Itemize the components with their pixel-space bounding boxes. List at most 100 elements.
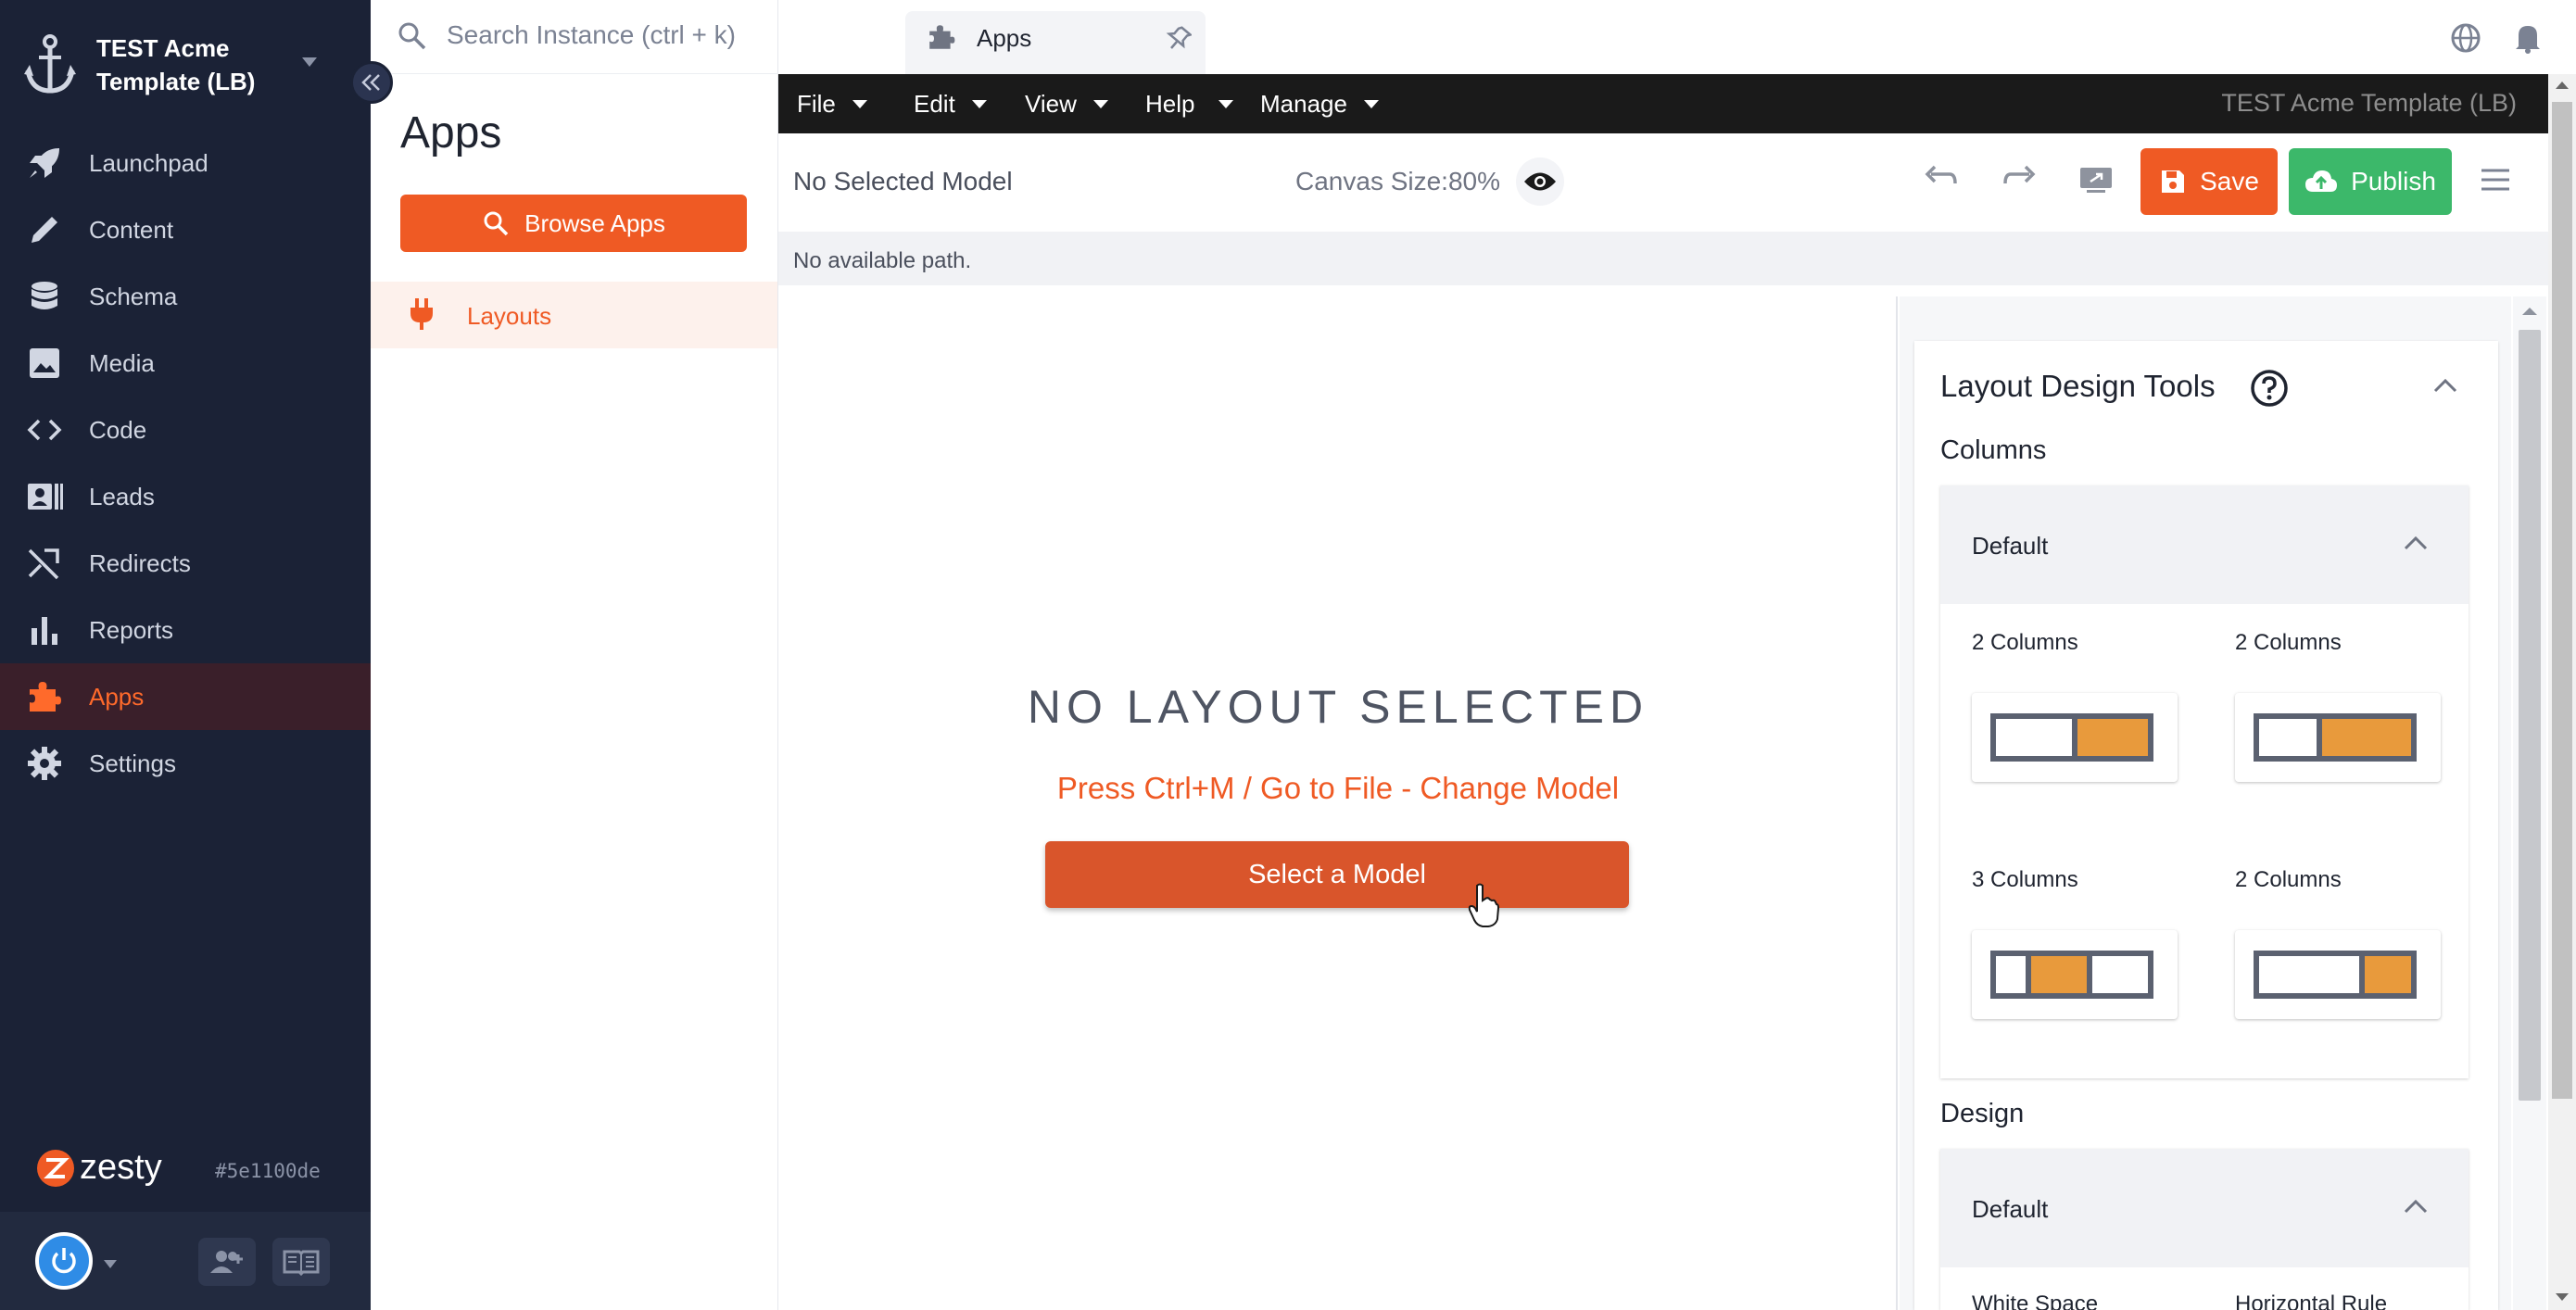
double-chevron-left-icon: [361, 74, 380, 91]
chevron-up-icon[interactable]: [2404, 1199, 2428, 1214]
scroll-up-arrow-icon[interactable]: [2554, 80, 2570, 91]
column-option-card[interactable]: [2235, 693, 2441, 782]
browse-apps-button[interactable]: Browse Apps: [400, 195, 747, 252]
column-option-card[interactable]: [1972, 930, 2178, 1019]
preview-screen-icon[interactable]: [2077, 165, 2115, 195]
search-input[interactable]: Search Instance (ctrl + k): [447, 20, 736, 50]
column-option-label: 3 Columns: [1972, 867, 2078, 892]
zesty-logo: zesty: [35, 1145, 202, 1191]
preview-toggle-button[interactable]: [1516, 157, 1564, 206]
globe-icon[interactable]: [2450, 22, 2481, 54]
columns-group-label: Default: [1972, 532, 2049, 560]
column-option-label: 2 Columns: [1972, 630, 2078, 655]
column-option-card[interactable]: [2235, 930, 2441, 1019]
design-group-label: Default: [1972, 1195, 2049, 1223]
sidebar-item-schema[interactable]: Schema: [0, 263, 371, 330]
sidebar-item-content[interactable]: Content: [0, 196, 371, 263]
columns-title: Columns: [1940, 435, 2047, 465]
invite-users-button[interactable]: [198, 1238, 256, 1286]
menu-label: Help: [1145, 89, 1195, 118]
floppy-disk-icon: [2162, 170, 2185, 193]
scroll-up-arrow-icon[interactable]: [2520, 306, 2539, 317]
design-option-label: Horizontal Rule: [2235, 1291, 2388, 1310]
sidebar-item-code[interactable]: Code: [0, 397, 371, 463]
publish-button[interactable]: Publish: [2289, 148, 2452, 215]
menu-file[interactable]: File: [797, 74, 867, 133]
sidebar-item-reports[interactable]: Reports: [0, 597, 371, 663]
chevron-down-icon: [1092, 99, 1108, 108]
sidebar-item-leads[interactable]: Leads: [0, 463, 371, 530]
user-avatar[interactable]: [35, 1232, 93, 1290]
bar-chart-icon: [26, 611, 63, 649]
redo-icon[interactable]: [2001, 163, 2039, 196]
path-text: No available path.: [793, 248, 972, 273]
column-option-card[interactable]: [1972, 693, 2178, 782]
bell-icon[interactable]: [2515, 22, 2541, 54]
database-icon: [26, 278, 63, 315]
chevron-up-icon[interactable]: [2404, 535, 2428, 550]
eye-icon: [1524, 172, 1556, 191]
sidebar-item-apps[interactable]: Apps: [0, 663, 371, 730]
collapse-sidebar-button[interactable]: [350, 61, 393, 104]
power-icon: [52, 1248, 76, 1274]
sidebar-item-settings[interactable]: Settings: [0, 730, 371, 797]
puzzle-icon: [927, 22, 956, 52]
sidebar-item-label: Leads: [89, 483, 155, 510]
chevron-down-icon: [1363, 99, 1379, 108]
design-tools-title: Layout Design Tools: [1940, 369, 2216, 403]
instance-caret-icon[interactable]: [302, 57, 317, 67]
sidebar-item-label: Code: [89, 416, 147, 444]
panel-scrollbar-thumb[interactable]: [2519, 330, 2541, 1101]
undo-icon[interactable]: [1922, 163, 1959, 196]
hand-cursor-icon: [1468, 882, 1499, 928]
image-icon: [26, 345, 63, 382]
sidebar-item-launchpad[interactable]: Launchpad: [0, 130, 371, 196]
menu-label: View: [1025, 89, 1077, 118]
save-button[interactable]: Save: [2140, 148, 2278, 215]
sidebar-item-label: Media: [89, 349, 155, 377]
editor-toolbar: [778, 133, 2548, 232]
two-columns-icon: [2254, 713, 2417, 762]
rocket-icon: [26, 145, 63, 182]
instance-name[interactable]: TEST Acme Template (LB): [96, 31, 291, 98]
pencil-icon: [26, 211, 63, 248]
menu-view[interactable]: View: [1025, 74, 1108, 133]
chevron-down-icon: [971, 99, 987, 108]
menu-label: Edit: [914, 89, 955, 118]
select-model-button[interactable]: Select a Model: [1045, 841, 1629, 908]
cloud-upload-icon: [2305, 170, 2338, 192]
sidebar-item-redirects[interactable]: Redirects: [0, 530, 371, 597]
menu-help[interactable]: Help: [1145, 74, 1234, 133]
scroll-down-arrow-icon[interactable]: [2554, 1291, 2570, 1303]
chevron-down-icon: [852, 99, 867, 108]
save-label: Save: [2200, 167, 2259, 195]
docs-button[interactable]: [272, 1238, 330, 1286]
design-option-label: White Space: [1972, 1291, 2099, 1310]
hamburger-menu-icon[interactable]: [2480, 167, 2511, 193]
contact-card-icon: [26, 478, 63, 515]
design-title: Design: [1940, 1099, 2025, 1128]
app-item-label: Layouts: [467, 302, 552, 330]
model-label: No Selected Model: [793, 167, 1013, 195]
menu-edit[interactable]: Edit: [914, 74, 987, 133]
sidebar-item-label: Settings: [89, 749, 176, 777]
pin-icon[interactable]: [1166, 24, 1192, 52]
book-open-icon: [283, 1250, 320, 1276]
page-scrollbar-thumb[interactable]: [2552, 102, 2572, 1099]
sidebar-item-label: Apps: [89, 683, 145, 711]
anchor-icon[interactable]: [24, 33, 76, 96]
select-model-label: Select a Model: [1248, 859, 1426, 889]
avatar-caret-icon[interactable]: [104, 1260, 117, 1268]
menu-label: Manage: [1260, 89, 1347, 118]
sidebar-item-media[interactable]: Media: [0, 330, 371, 397]
empty-state-hint: Press Ctrl+M / Go to File - Change Model: [1056, 771, 1620, 805]
chevron-up-icon[interactable]: [2433, 378, 2457, 393]
browse-apps-label: Browse Apps: [524, 208, 665, 237]
sidebar-item-label: Content: [89, 216, 174, 244]
puzzle-icon: [26, 678, 63, 715]
menu-manage[interactable]: Manage: [1260, 74, 1379, 133]
sidebar-item-label: Schema: [89, 283, 178, 310]
help-circle-icon[interactable]: [2250, 369, 2289, 408]
sidebar-item-label: Reports: [89, 616, 174, 644]
search-icon: [397, 20, 428, 52]
